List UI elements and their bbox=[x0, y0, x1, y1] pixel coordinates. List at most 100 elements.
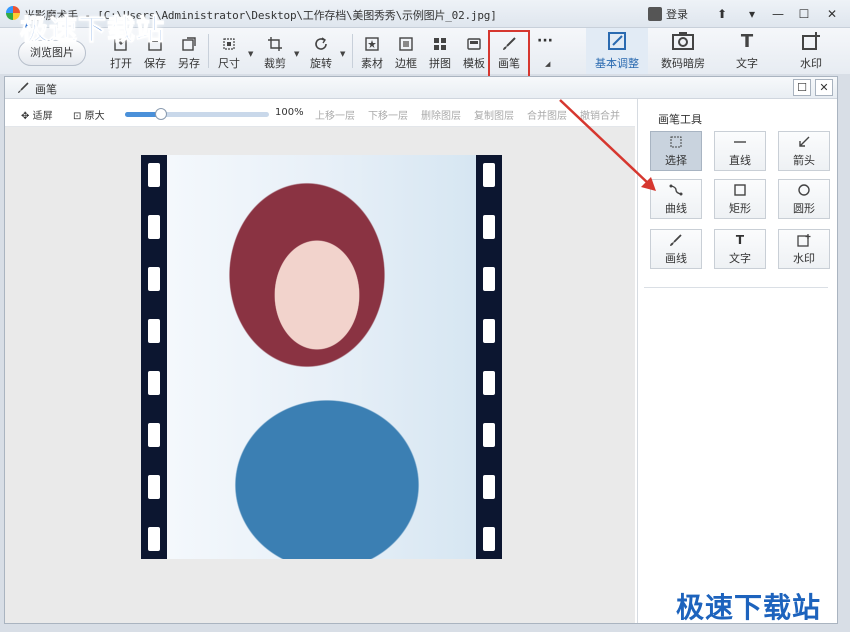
rectangle-tool-button[interactable]: 矩形 bbox=[714, 179, 766, 219]
template-button[interactable]: 模板 bbox=[457, 30, 491, 72]
text-tool-label: 文字 bbox=[729, 251, 751, 265]
rotate-label: 旋转 bbox=[310, 57, 332, 70]
collage-button[interactable]: 拼图 bbox=[423, 30, 457, 72]
film-sprocket-hole bbox=[483, 371, 495, 395]
canvas-area[interactable]: 确定 取消 bbox=[5, 127, 635, 623]
arrow-tool-button[interactable]: 箭头 bbox=[778, 131, 830, 171]
save-as-button[interactable]: 另存 bbox=[172, 30, 206, 72]
delete-layer-button[interactable]: 删除图层 bbox=[421, 107, 461, 122]
save-label: 保存 bbox=[144, 57, 166, 70]
fit-screen-button[interactable]: ✥ 适屏 bbox=[21, 107, 53, 122]
watermark-tab[interactable]: 水印 bbox=[782, 28, 840, 74]
pen-tool-button[interactable]: 画线 bbox=[650, 229, 702, 269]
crop-button[interactable]: 裁剪 bbox=[258, 30, 292, 72]
undo-merge-button[interactable]: 撤销合并 bbox=[580, 107, 620, 122]
more-icon: ··· bbox=[537, 33, 553, 49]
film-sprocket-hole bbox=[483, 215, 495, 239]
film-sprocket-hole bbox=[483, 267, 495, 291]
circle-icon bbox=[797, 183, 811, 197]
login-button[interactable]: 登录 bbox=[648, 6, 688, 22]
size-label: 尺寸 bbox=[218, 57, 240, 70]
original-size-button[interactable]: ⊡ 原大 bbox=[73, 107, 105, 122]
text-tab[interactable]: T 文字 bbox=[718, 28, 776, 74]
film-sprocket-hole bbox=[148, 423, 160, 447]
film-sprocket-hole bbox=[148, 163, 160, 187]
brush-icon bbox=[18, 82, 29, 93]
merge-layer-button[interactable]: 合并图层 bbox=[527, 107, 567, 122]
text-label: 文字 bbox=[736, 57, 758, 70]
dialog-maximize-button[interactable]: ☐ bbox=[793, 79, 811, 96]
watermark-tool-label: 水印 bbox=[793, 251, 815, 265]
text-tool-button[interactable]: T 文字 bbox=[714, 229, 766, 269]
sticker-icon bbox=[364, 36, 380, 52]
film-strip-photo[interactable] bbox=[141, 155, 502, 559]
adjust-icon bbox=[606, 31, 628, 51]
line-icon bbox=[733, 135, 747, 149]
zoom-level: 100% bbox=[275, 107, 304, 118]
line-tool-button[interactable]: 直线 bbox=[714, 131, 766, 171]
original-size-icon: ⊡ bbox=[73, 111, 82, 122]
film-sprocket-hole bbox=[148, 527, 160, 551]
text-icon: T bbox=[740, 30, 754, 52]
rotate-button[interactable]: 旋转 bbox=[304, 30, 338, 72]
template-label: 模板 bbox=[463, 57, 485, 70]
photo-image bbox=[167, 155, 476, 559]
toolbar-divider bbox=[208, 34, 209, 68]
circle-tool-button[interactable]: 圆形 bbox=[778, 179, 830, 219]
circle-label: 圆形 bbox=[793, 201, 815, 215]
size-button[interactable]: 尺寸 bbox=[212, 30, 246, 72]
film-sprocket-hole bbox=[148, 475, 160, 499]
darkroom-label: 数码暗房 bbox=[661, 57, 705, 70]
brush-tools-panel: 画笔工具 选择 直线 箭头 曲线 矩形 圆形 画线 T 文字 水印 bbox=[637, 99, 837, 623]
zoom-slider-thumb[interactable] bbox=[155, 108, 167, 120]
move-up-layer-button[interactable]: 上移一层 bbox=[315, 107, 355, 122]
collage-icon bbox=[432, 36, 448, 52]
close-button[interactable]: ✕ bbox=[822, 5, 842, 23]
minimize-button[interactable]: — bbox=[768, 5, 788, 23]
save-as-icon bbox=[181, 36, 197, 52]
more-dropdown-icon[interactable]: ◢ bbox=[545, 60, 550, 68]
fit-label: 适屏 bbox=[32, 111, 53, 122]
brush-tools-title: 画笔工具 bbox=[658, 113, 702, 126]
toolbar-divider bbox=[352, 34, 353, 68]
fit-icon: ✥ bbox=[21, 111, 30, 122]
material-button[interactable]: 素材 bbox=[355, 30, 389, 72]
rectangle-icon bbox=[733, 183, 747, 197]
watermark-tool-icon bbox=[797, 233, 811, 247]
collage-label: 拼图 bbox=[429, 57, 451, 70]
film-sprocket-hole bbox=[483, 163, 495, 187]
menu-icon[interactable]: ▾ bbox=[742, 5, 762, 23]
move-down-layer-button[interactable]: 下移一层 bbox=[368, 107, 408, 122]
arrow-label: 箭头 bbox=[793, 153, 815, 167]
skin-icon[interactable]: ⬆ bbox=[712, 5, 732, 23]
side-panel-divider bbox=[644, 287, 828, 288]
dialog-close-button[interactable]: ✕ bbox=[815, 79, 833, 96]
curve-tool-button[interactable]: 曲线 bbox=[650, 179, 702, 219]
watermark-label: 水印 bbox=[800, 57, 822, 70]
rotate-dropdown-icon[interactable]: ▼ bbox=[340, 50, 345, 58]
rotate-icon bbox=[313, 36, 329, 52]
select-icon bbox=[669, 135, 683, 149]
crop-dropdown-icon[interactable]: ▼ bbox=[294, 50, 299, 58]
zoom-slider[interactable] bbox=[125, 108, 269, 120]
template-icon bbox=[466, 36, 482, 52]
film-sprocket-hole bbox=[483, 423, 495, 447]
rectangle-label: 矩形 bbox=[729, 201, 751, 215]
darkroom-tab[interactable]: 数码暗房 bbox=[652, 28, 714, 74]
film-sprocket-hole bbox=[148, 267, 160, 291]
select-tool-button[interactable]: 选择 bbox=[650, 131, 702, 171]
film-sprocket-hole bbox=[148, 319, 160, 343]
crop-icon bbox=[267, 36, 283, 52]
size-dropdown-icon[interactable]: ▼ bbox=[248, 50, 253, 58]
maximize-button[interactable]: ☐ bbox=[794, 5, 814, 23]
site-watermark-bottom: 极速下载站 bbox=[676, 591, 822, 624]
dialog-title: 画笔 bbox=[35, 83, 57, 96]
arrow-icon bbox=[797, 135, 811, 149]
film-sprocket-hole bbox=[483, 527, 495, 551]
layer-toolbar: ✥ 适屏 ⊡ 原大 100% 上移一层 下移一层 删除图层 复制图层 合并图层 … bbox=[5, 99, 635, 127]
border-button[interactable]: 边框 bbox=[389, 30, 423, 72]
basic-adjust-tab[interactable]: 基本调整 bbox=[586, 28, 648, 74]
watermark-tool-button[interactable]: 水印 bbox=[778, 229, 830, 269]
original-size-label: 原大 bbox=[84, 111, 105, 122]
copy-layer-button[interactable]: 复制图层 bbox=[474, 107, 514, 122]
